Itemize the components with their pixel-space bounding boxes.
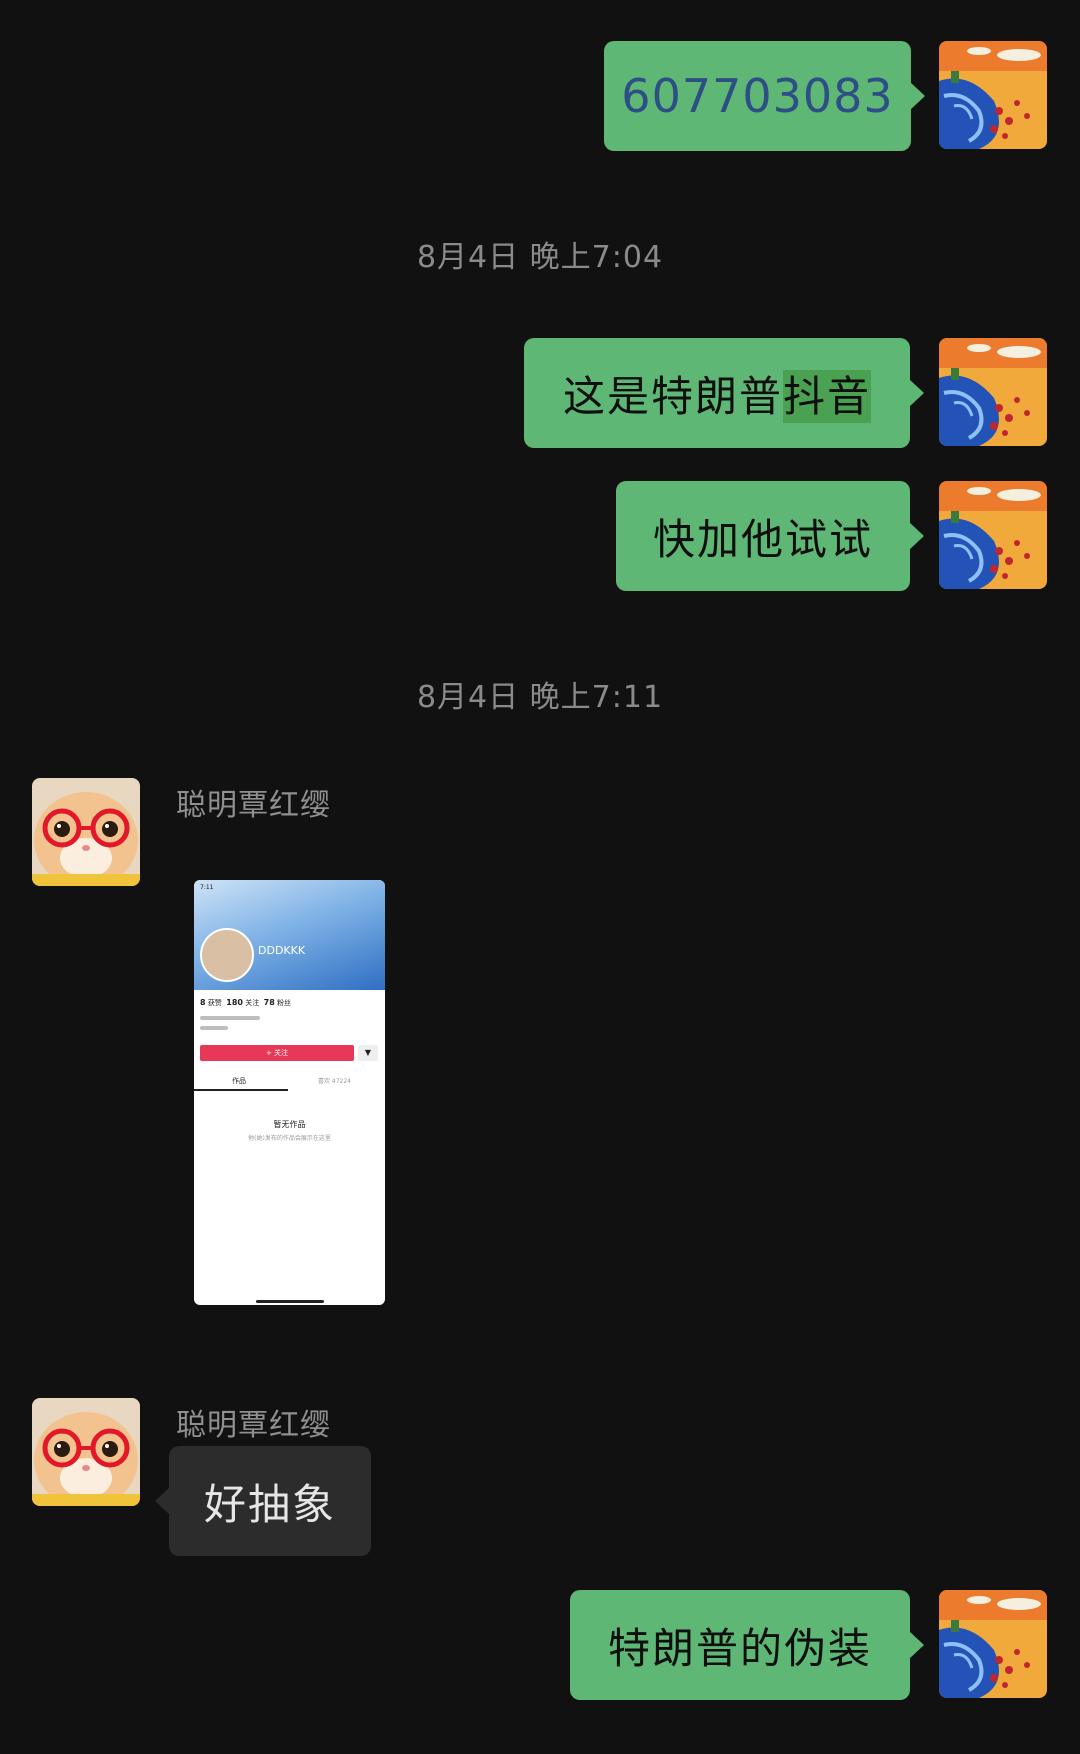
contact-avatar[interactable] [32, 778, 140, 886]
image-message-thumbnail[interactable]: 7:11 DDDKKK 8 获赞 180 关注 78 粉丝 + 关注 ▼ 作品 … [194, 880, 385, 1305]
self-avatar[interactable] [939, 41, 1047, 149]
self-avatar[interactable] [939, 481, 1047, 589]
phone-number-link[interactable]: 607703083 [621, 69, 893, 123]
sender-name: 聪明覃红缨 [176, 1408, 331, 1443]
status-bar-time: 7:11 [200, 884, 214, 891]
profile-avatar [200, 928, 254, 982]
tab-works: 作品 [232, 1077, 246, 1085]
message-text: 好抽象 [203, 1479, 336, 1529]
landscape-avatar-icon [939, 41, 1047, 149]
message-bubble-self[interactable]: 607703083 [604, 41, 925, 151]
bio-placeholder-line [200, 1016, 260, 1020]
message-bubble-self[interactable]: 快加他试试 [616, 481, 924, 591]
chat-view: 607703083 8月4日 晚上7:04 这是特朗普抖音 快加他试试 8月4日… [0, 0, 1080, 1754]
profile-username: DDDKKK [258, 944, 306, 957]
message-text: 这是特朗普抖音 [562, 369, 872, 423]
sender-name: 聪明覃红缨 [176, 788, 331, 823]
dropdown-icon: ▼ [358, 1045, 378, 1061]
message-text: 快加他试试 [652, 514, 873, 564]
message-bubble-self[interactable]: 这是特朗普抖音 [524, 338, 924, 448]
message-bubble-self[interactable]: 特朗普的伪装 [570, 1590, 924, 1700]
contact-avatar[interactable] [32, 1398, 140, 1506]
search-highlight[interactable]: 抖音 [783, 369, 872, 423]
timestamp: 8月4日 晚上7:04 [416, 240, 664, 275]
profile-stats: 8 获赞 180 关注 78 粉丝 [200, 998, 292, 1007]
cat-with-glasses-avatar-icon [32, 778, 140, 886]
message-text: 特朗普的伪装 [607, 1623, 872, 1673]
message-bubble-other[interactable]: 好抽象 [155, 1446, 371, 1556]
empty-state-title: 暂无作品 [273, 1120, 306, 1129]
landscape-avatar-icon [939, 338, 1047, 446]
timestamp: 8月4日 晚上7:11 [416, 680, 664, 715]
follow-button: + 关注 [200, 1045, 354, 1061]
tab-indicator [194, 1089, 288, 1091]
tab-likes: 喜欢 47224 [318, 1078, 351, 1085]
cat-with-glasses-avatar-icon [32, 1398, 140, 1506]
landscape-avatar-icon [939, 1590, 1047, 1698]
self-avatar[interactable] [939, 338, 1047, 446]
home-indicator [256, 1300, 324, 1303]
landscape-avatar-icon [939, 481, 1047, 589]
self-avatar[interactable] [939, 1590, 1047, 1698]
bio-placeholder-line [200, 1026, 228, 1030]
empty-state-subtitle: 他(她)发布的作品会展示在这里 [248, 1135, 331, 1142]
